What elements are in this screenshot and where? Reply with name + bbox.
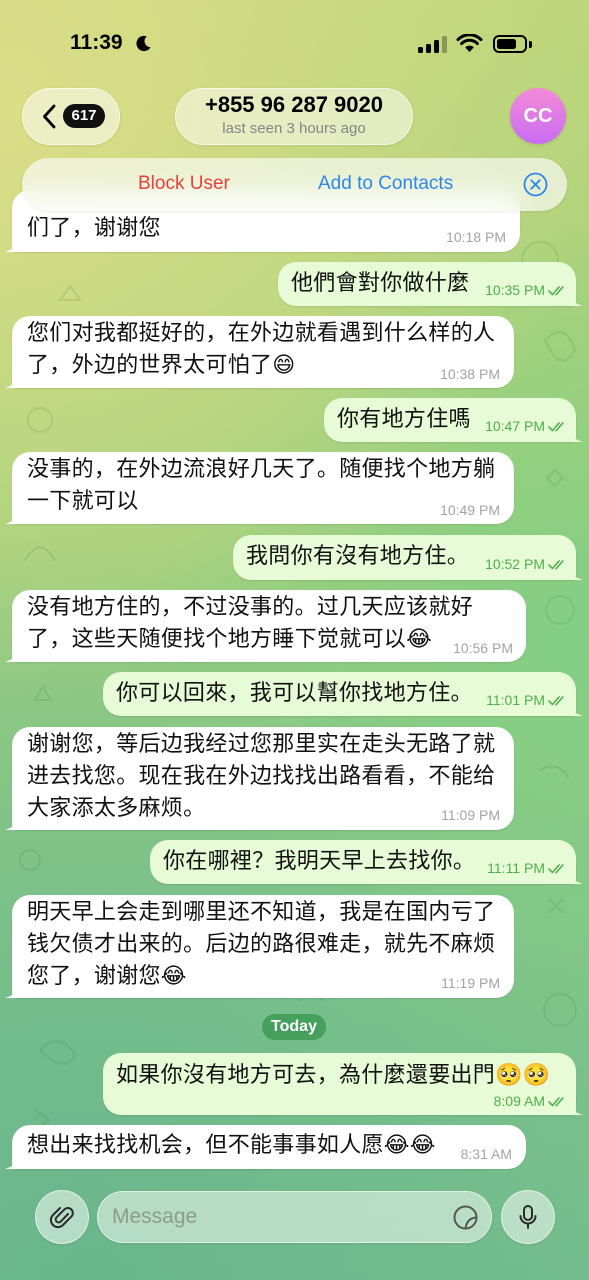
message-meta: 10:56 PM xyxy=(453,640,513,656)
battery-level xyxy=(497,39,516,49)
message-time: 11:09 PM xyxy=(441,807,500,823)
signal-bar xyxy=(434,40,439,53)
message-meta: 10:52 PM xyxy=(485,556,567,572)
microphone-button[interactable] xyxy=(501,1190,555,1244)
double-check-icon xyxy=(548,1096,564,1106)
message-line: 没事的，在外边流浪好几天了。随便找个地方躺 xyxy=(27,457,496,482)
microphone-icon xyxy=(519,1205,537,1229)
message-line: 明天早上会走到哪里还不知道，我是在国内亏了 xyxy=(27,900,496,925)
message-time: 10:38 PM xyxy=(440,366,500,382)
message-line: 您们对我都挺好的，在外边就看遇到什么样的人 xyxy=(27,321,496,346)
message-time: 8:31 AM xyxy=(460,1146,512,1162)
attach-button[interactable] xyxy=(35,1190,89,1244)
unread-badge: 617 xyxy=(63,104,105,128)
incoming-message[interactable]: 没事的，在外边流浪好几天了。随便找个地方躺 一下就可以 10:49 PM xyxy=(12,452,514,524)
message-meta: 11:19 PM xyxy=(441,975,500,991)
message-line: 了，这些天随便找个地方睡下觉就可以😂 xyxy=(27,627,433,652)
chat-title-button[interactable]: +855 96 287 9020 last seen 3 hours ago xyxy=(175,88,413,145)
message-time: 11:01 PM xyxy=(486,692,545,708)
date-separator: Today xyxy=(262,1014,326,1040)
message-text: 想出来找找机会，但不能事事如人愿😂😂 xyxy=(27,1125,526,1162)
message-meta: 11:01 PM xyxy=(486,692,567,708)
signal-bar xyxy=(442,36,447,53)
paperclip-icon xyxy=(49,1207,74,1229)
message-time: 10:56 PM xyxy=(453,640,513,656)
close-circle-icon[interactable] xyxy=(523,172,548,197)
outgoing-message[interactable]: 你有地方住嗎 10:47 PM xyxy=(324,398,576,442)
message-meta: 10:18 PM xyxy=(446,229,506,245)
back-button[interactable]: 617 xyxy=(22,88,120,145)
incoming-message[interactable]: 谢谢您，等后边我经过您那里实在走头无路了就 进去找您。现在我在外边找找出路看看，… xyxy=(12,727,514,830)
message-time: 10:52 PM xyxy=(485,556,545,572)
message-line: 没有地方住的，不过没事的。过几天应该就好 xyxy=(27,595,474,620)
message-time: 10:47 PM xyxy=(485,418,545,434)
message-meta: 8:09 AM xyxy=(494,1093,567,1109)
outgoing-message[interactable]: 你在哪裡？我明天早上去找你。 11:11 PM xyxy=(150,840,576,884)
incoming-message[interactable]: 想出来找找机会，但不能事事如人愿😂😂 8:31 AM xyxy=(12,1125,526,1169)
message-meta: 10:38 PM xyxy=(440,366,500,382)
double-check-icon xyxy=(548,695,564,705)
wifi-icon xyxy=(456,34,483,52)
double-check-icon xyxy=(548,559,564,569)
battery-icon xyxy=(493,35,527,53)
message-text: 没有地方住的，不过没事的。过几天应该就好 了，这些天随便找个地方睡下觉就可以😂 xyxy=(27,590,526,656)
message-meta: 11:11 PM xyxy=(487,860,567,876)
message-text: 如果你沒有地方可去，為什麼還要出門🥺🥺 xyxy=(116,1053,576,1092)
double-check-icon xyxy=(548,863,564,873)
signal-bar xyxy=(426,44,431,53)
block-user-button[interactable]: Block User xyxy=(138,173,230,195)
add-to-contacts-button[interactable]: Add to Contacts xyxy=(318,173,453,195)
outgoing-message[interactable]: 我問你有沒有地方住。 10:52 PM xyxy=(233,535,576,580)
page-title: +855 96 287 9020 xyxy=(204,92,383,117)
outgoing-message[interactable]: 如果你沒有地方可去，為什麼還要出門🥺🥺 8:09 AM xyxy=(103,1053,576,1115)
message-line: 进去找您。现在我在外边找找出路看看，不能给 xyxy=(27,764,496,789)
signal-icon xyxy=(418,36,448,53)
message-time: 10:35 PM xyxy=(485,282,545,298)
message-meta: 10:35 PM xyxy=(485,282,567,298)
chat-screen: 11:39 617 +855 96 287 9020 last seen 3 h… xyxy=(0,0,589,1280)
message-input-container xyxy=(97,1191,492,1243)
message-meta: 11:09 PM xyxy=(441,807,500,823)
message-time: 11:19 PM xyxy=(441,975,500,991)
message-line: 谢谢您，等后边我经过您那里实在走头无路了就 xyxy=(27,732,496,757)
message-input[interactable] xyxy=(112,1191,432,1243)
message-meta: 10:47 PM xyxy=(485,418,567,434)
last-seen-status: last seen 3 hours ago xyxy=(222,120,366,137)
message-time: 11:11 PM xyxy=(487,860,545,876)
incoming-message[interactable]: 您们对我都挺好的，在外边就看遇到什么样的人 了，外边的世界太可怕了😄 10:38… xyxy=(12,316,514,388)
incoming-message[interactable]: 明天早上会走到哪里还不知道，我是在国内亏了 钱欠债才出来的。后边的路很难走，就先… xyxy=(12,895,514,998)
signal-bar xyxy=(418,47,423,53)
outgoing-message[interactable]: 你可以回來，我可以幫你找地方住。 11:01 PM xyxy=(103,672,576,716)
message-meta: 8:31 AM xyxy=(461,1146,512,1162)
message-line: 想出来找找机会，但不能事事如人愿😂😂 xyxy=(27,1133,436,1158)
double-check-icon xyxy=(548,285,564,295)
outgoing-message[interactable]: 他們會對你做什麼 10:35 PM xyxy=(278,262,576,306)
contact-action-bar: Block User Add to Contacts xyxy=(22,158,567,211)
message-line: 钱欠债才出来的。后边的路很难走，就先不麻烦 xyxy=(27,932,496,957)
avatar[interactable]: CC xyxy=(510,88,566,144)
sticker-icon[interactable] xyxy=(452,1204,479,1231)
message-time: 10:18 PM xyxy=(446,229,506,245)
battery-cap xyxy=(529,41,532,48)
chevron-left-icon xyxy=(43,104,56,129)
moon-icon xyxy=(136,35,151,52)
message-line: 如果你沒有地方可去，為什麼還要出門🥺🥺 xyxy=(116,1063,551,1088)
message-meta: 10:49 PM xyxy=(440,502,500,518)
message-time: 8:09 AM xyxy=(493,1093,545,1109)
double-check-icon xyxy=(548,421,564,431)
incoming-message[interactable]: 没有地方住的，不过没事的。过几天应该就好 了，这些天随便找个地方睡下觉就可以😂 … xyxy=(12,590,526,662)
status-time: 11:39 xyxy=(70,31,123,54)
message-time: 10:49 PM xyxy=(440,502,500,518)
